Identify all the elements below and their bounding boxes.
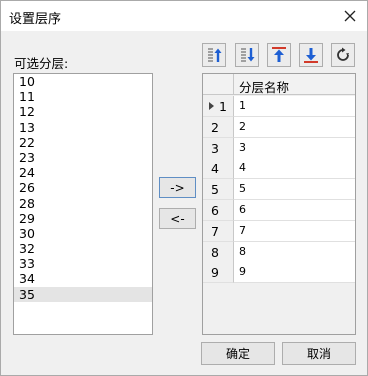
add-layer-button[interactable]: -> <box>159 177 196 198</box>
move-top-icon <box>208 48 222 62</box>
available-layers-label: 可选分层: <box>14 56 69 71</box>
layer-name-text: 9 <box>239 265 246 279</box>
move-bottom-icon <box>241 48 255 62</box>
row-header[interactable]: 9 <box>203 262 234 284</box>
layer-name-text: 6 <box>239 203 246 216</box>
row-number: 8 <box>211 244 219 260</box>
layer-name-cell[interactable]: 1 <box>234 96 355 117</box>
row-number: 9 <box>211 265 219 281</box>
row-header[interactable]: 8 <box>203 241 234 263</box>
available-layer-item[interactable]: 13 <box>14 120 152 135</box>
layer-name-text: 3 <box>239 140 246 154</box>
move-to-top-button[interactable] <box>202 43 226 67</box>
row-number: 3 <box>211 140 219 156</box>
available-layer-item[interactable]: 10 <box>14 74 152 89</box>
grid-row[interactable]: 88 <box>203 241 355 263</box>
grid-row[interactable]: 11 <box>203 96 355 117</box>
close-button[interactable] <box>337 3 363 29</box>
layer-name-cell[interactable]: 7 <box>234 220 355 242</box>
available-layer-item[interactable]: 11 <box>14 89 152 104</box>
dialog-window: 设置层序 可选分层: 10 11 12 13 22 23 24 26 28 29 30 32 33 34 3… <box>0 0 368 376</box>
available-layer-item[interactable]: 23 <box>14 150 152 165</box>
layer-name-cell[interactable]: 3 <box>234 137 355 159</box>
current-row-indicator-icon <box>209 102 214 110</box>
row-header[interactable]: 6 <box>203 200 234 221</box>
row-header[interactable]: 3 <box>203 137 234 159</box>
available-layers-list[interactable]: 10 11 12 13 22 23 24 26 28 29 30 32 33 34 35 <box>13 73 153 335</box>
layer-name-text: 8 <box>239 244 246 258</box>
layer-name-cell[interactable]: 9 <box>234 262 355 284</box>
available-layer-item[interactable]: 32 <box>14 241 152 256</box>
grid-row[interactable]: 55 <box>203 179 355 201</box>
available-layer-item[interactable]: 30 <box>14 226 152 241</box>
available-layer-item[interactable]: 29 <box>14 211 152 226</box>
cancel-button[interactable]: 取消 <box>282 342 356 365</box>
move-up-icon <box>272 47 286 62</box>
layer-name-cell[interactable]: 8 <box>234 241 355 263</box>
remove-layer-button[interactable]: <- <box>159 208 196 229</box>
available-layer-item[interactable]: 33 <box>14 256 152 271</box>
grid-row[interactable]: 22 <box>203 116 355 138</box>
grid-row[interactable]: 33 <box>203 137 355 159</box>
layer-name-cell[interactable]: 4 <box>234 158 355 180</box>
row-number: 5 <box>211 182 219 198</box>
grid-row[interactable]: 99 <box>203 262 355 284</box>
grid-row[interactable]: 66 <box>203 200 355 221</box>
available-layer-item[interactable]: 12 <box>14 104 152 119</box>
available-layer-item[interactable]: 22 <box>14 135 152 150</box>
close-icon <box>344 10 356 22</box>
row-number: 6 <box>211 203 219 218</box>
move-to-bottom-button[interactable] <box>235 43 259 67</box>
row-header[interactable]: 5 <box>203 179 234 201</box>
grid-corner <box>203 74 234 95</box>
window-title: 设置层序 <box>9 12 62 27</box>
grid-row[interactable]: 77 <box>203 220 355 242</box>
row-header[interactable]: 2 <box>203 116 234 138</box>
available-layer-item[interactable]: 24 <box>14 165 152 180</box>
title-bar: 设置层序 <box>1 1 367 31</box>
ok-button[interactable]: 确定 <box>201 342 275 365</box>
move-up-button[interactable] <box>267 43 291 67</box>
layer-order-grid[interactable]: 分层名称 112233445566778899 <box>202 73 356 335</box>
row-number: 4 <box>211 161 219 177</box>
row-header[interactable]: 1 <box>203 96 234 117</box>
row-header[interactable]: 4 <box>203 158 234 180</box>
row-number: 1 <box>219 99 227 114</box>
layer-name-text: 1 <box>239 99 246 112</box>
layer-name-cell[interactable]: 2 <box>234 116 355 138</box>
move-down-button[interactable] <box>299 43 323 67</box>
available-layer-item[interactable]: 35 <box>14 286 152 302</box>
refresh-icon <box>337 47 349 61</box>
column-header-layer-name: 分层名称 <box>239 80 290 95</box>
layer-name-text: 2 <box>239 119 246 133</box>
layer-name-text: 7 <box>239 223 246 237</box>
available-layer-item[interactable]: 34 <box>14 271 152 286</box>
layer-name-text: 5 <box>239 182 246 196</box>
grid-header: 分层名称 <box>203 74 355 95</box>
move-down-icon <box>304 48 318 63</box>
available-layer-item[interactable]: 26 <box>14 180 152 195</box>
row-number: 2 <box>211 119 219 135</box>
row-number: 7 <box>211 223 219 239</box>
layer-name-cell[interactable]: 5 <box>234 179 355 201</box>
layer-name-text: 4 <box>239 161 246 175</box>
layer-name-cell[interactable]: 6 <box>234 200 355 221</box>
grid-row[interactable]: 44 <box>203 158 355 180</box>
refresh-button[interactable] <box>331 43 355 67</box>
available-layer-item[interactable]: 28 <box>14 196 152 211</box>
row-header[interactable]: 7 <box>203 220 234 242</box>
